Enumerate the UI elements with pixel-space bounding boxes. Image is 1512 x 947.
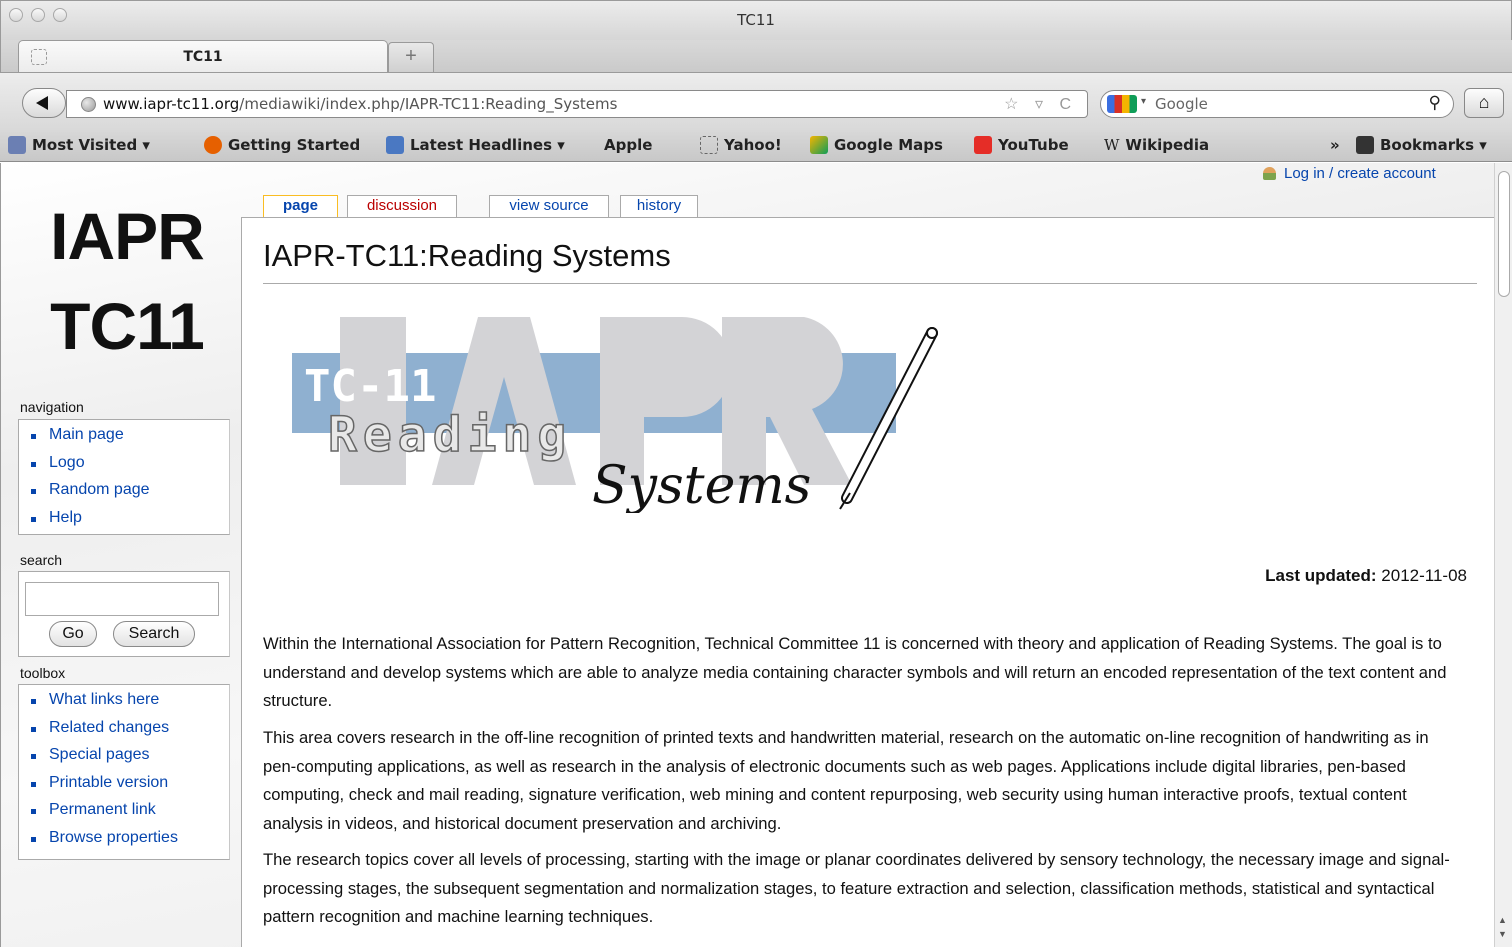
bookmark-youtube[interactable]: YouTube: [974, 136, 1069, 154]
bookmark-wikipedia[interactable]: W Wikipedia: [1104, 136, 1209, 154]
navigation-heading: navigation: [20, 399, 84, 415]
folder-icon: [8, 136, 26, 154]
bookmark-latest-headlines[interactable]: Latest Headlines ▾: [386, 136, 565, 154]
bookmark-label: Apple: [604, 136, 653, 154]
tab-title: TC11: [183, 49, 223, 65]
nav-random-page[interactable]: Random page: [19, 481, 229, 509]
bookmark-star-reload-icons[interactable]: ☆ ▿ C: [1004, 94, 1077, 114]
bookmarks-menu-label: Bookmarks ▾: [1380, 136, 1487, 154]
scroll-up-arrow-icon[interactable]: ▲: [1498, 915, 1507, 925]
search-portlet: Go Search: [18, 571, 230, 657]
bookmarks-icon: [1356, 136, 1374, 154]
logo-line-2: TC11: [50, 289, 205, 363]
user-icon: [1263, 167, 1276, 180]
tool-permanent-link[interactable]: Permanent link: [19, 801, 229, 829]
toolbox-heading: toolbox: [20, 665, 66, 681]
google-icon[interactable]: [1107, 95, 1137, 113]
nav-logo[interactable]: Logo: [19, 454, 229, 482]
home-button[interactable]: ⌂: [1464, 88, 1504, 118]
window-titlebar: TC11: [0, 0, 1512, 40]
content-area: IAPR-TC11:Reading Systems TC-11 Reading …: [241, 217, 1495, 947]
url-path: /mediawiki/index.php/IAPR-TC11:Reading_S…: [239, 95, 618, 113]
nav-help[interactable]: Help: [19, 509, 229, 537]
bookmark-most-visited[interactable]: Most Visited ▾: [8, 136, 150, 154]
scrollbar-thumb[interactable]: [1498, 171, 1510, 297]
nav-main-page[interactable]: Main page: [19, 426, 229, 454]
new-tab-button[interactable]: +: [388, 42, 434, 72]
bookmark-label: Most Visited ▾: [32, 136, 150, 154]
tab-history[interactable]: history: [620, 195, 698, 217]
site-logo[interactable]: IAPR TC11: [27, 191, 227, 371]
bookmark-label: Google Maps: [834, 136, 943, 154]
wiki-search-input[interactable]: [25, 582, 219, 616]
vertical-scrollbar[interactable]: ▲ ▼: [1494, 163, 1512, 947]
login-link[interactable]: Log in / create account: [1263, 165, 1436, 182]
research-area-paragraph: This area covers research in the off-lin…: [263, 728, 1429, 833]
youtube-icon: [974, 136, 992, 154]
login-label: Log in / create account: [1284, 165, 1436, 182]
rss-icon: [386, 136, 404, 154]
bookmark-google-maps[interactable]: Google Maps: [810, 136, 943, 154]
bookmark-getting-started[interactable]: Getting Started: [204, 136, 360, 154]
bookmark-label: Latest Headlines ▾: [410, 136, 565, 154]
search-bar[interactable]: ▾ Google ⚲: [1100, 90, 1454, 118]
banner-reading-text: Reading: [328, 407, 572, 463]
last-updated-value: 2012-11-08: [1381, 566, 1467, 585]
wikipedia-icon: W: [1104, 136, 1120, 154]
logo-line-1: IAPR: [50, 199, 205, 273]
home-icon: ⌂: [1478, 92, 1490, 112]
magnifier-icon[interactable]: ⚲: [1429, 93, 1441, 113]
bookmarks-toolbar: Most Visited ▾ Getting Started Latest He…: [0, 132, 1512, 162]
tab-view-source[interactable]: view source: [489, 195, 609, 217]
tab-discussion[interactable]: discussion: [347, 195, 457, 217]
search-placeholder: Google: [1155, 95, 1208, 113]
navigation-portlet: Main page Logo Random page Help: [18, 419, 230, 535]
window-title: TC11: [737, 11, 775, 29]
tool-printable-version[interactable]: Printable version: [19, 774, 229, 802]
bookmark-yahoo[interactable]: Yahoo!: [700, 136, 782, 154]
search-button[interactable]: Search: [113, 621, 195, 647]
page-title: IAPR-TC11:Reading Systems: [263, 238, 1477, 284]
bookmarks-menu[interactable]: Bookmarks ▾: [1356, 136, 1487, 154]
tool-special-pages[interactable]: Special pages: [19, 746, 229, 774]
bookmark-label: Getting Started: [228, 136, 361, 154]
browser-tab-active[interactable]: TC11: [18, 40, 388, 72]
bookmark-apple[interactable]: Apple: [598, 136, 652, 154]
maps-icon: [810, 136, 828, 154]
firefox-icon: [204, 136, 222, 154]
globe-icon: [81, 97, 96, 112]
back-button[interactable]: [22, 88, 66, 118]
reading-systems-banner: TC-11 Reading Systems: [292, 317, 938, 513]
tool-related-changes[interactable]: Related changes: [19, 719, 229, 747]
tab-page[interactable]: page: [263, 195, 338, 217]
scroll-down-arrow-icon[interactable]: ▼: [1498, 929, 1507, 939]
last-updated: Last updated: 2012-11-08: [1265, 566, 1467, 586]
tool-browse-properties[interactable]: Browse properties: [19, 829, 229, 857]
research-topics-paragraph: The research topics cover all levels of …: [263, 850, 1450, 926]
tool-what-links-here[interactable]: What links here: [19, 691, 229, 719]
page-viewport: IAPR TC11 Log in / create account page d…: [0, 163, 1495, 947]
url-text[interactable]: www.iapr-tc11.org/mediawiki/index.php/IA…: [103, 95, 617, 113]
search-heading: search: [20, 552, 63, 568]
banner-systems-text: Systems: [592, 456, 811, 513]
url-host: www.iapr-tc11.org: [103, 95, 240, 113]
bookmark-label: YouTube: [998, 136, 1069, 154]
bookmarks-overflow-chevron[interactable]: »: [1330, 136, 1340, 154]
bookmark-label: Yahoo!: [724, 136, 782, 154]
intro-paragraph: Within the International Association for…: [263, 634, 1447, 710]
last-updated-label: Last updated:: [1265, 566, 1377, 585]
go-button[interactable]: Go: [49, 621, 97, 647]
url-bar[interactable]: www.iapr-tc11.org/mediawiki/index.php/IA…: [66, 90, 1088, 118]
banner-tc11-text: TC-11: [304, 361, 436, 412]
page-icon: [700, 136, 718, 154]
search-engine-dropdown-icon[interactable]: ▾: [1141, 96, 1146, 107]
bookmark-label: Wikipedia: [1125, 136, 1210, 154]
toolbox-portlet: What links here Related changes Special …: [18, 684, 230, 860]
